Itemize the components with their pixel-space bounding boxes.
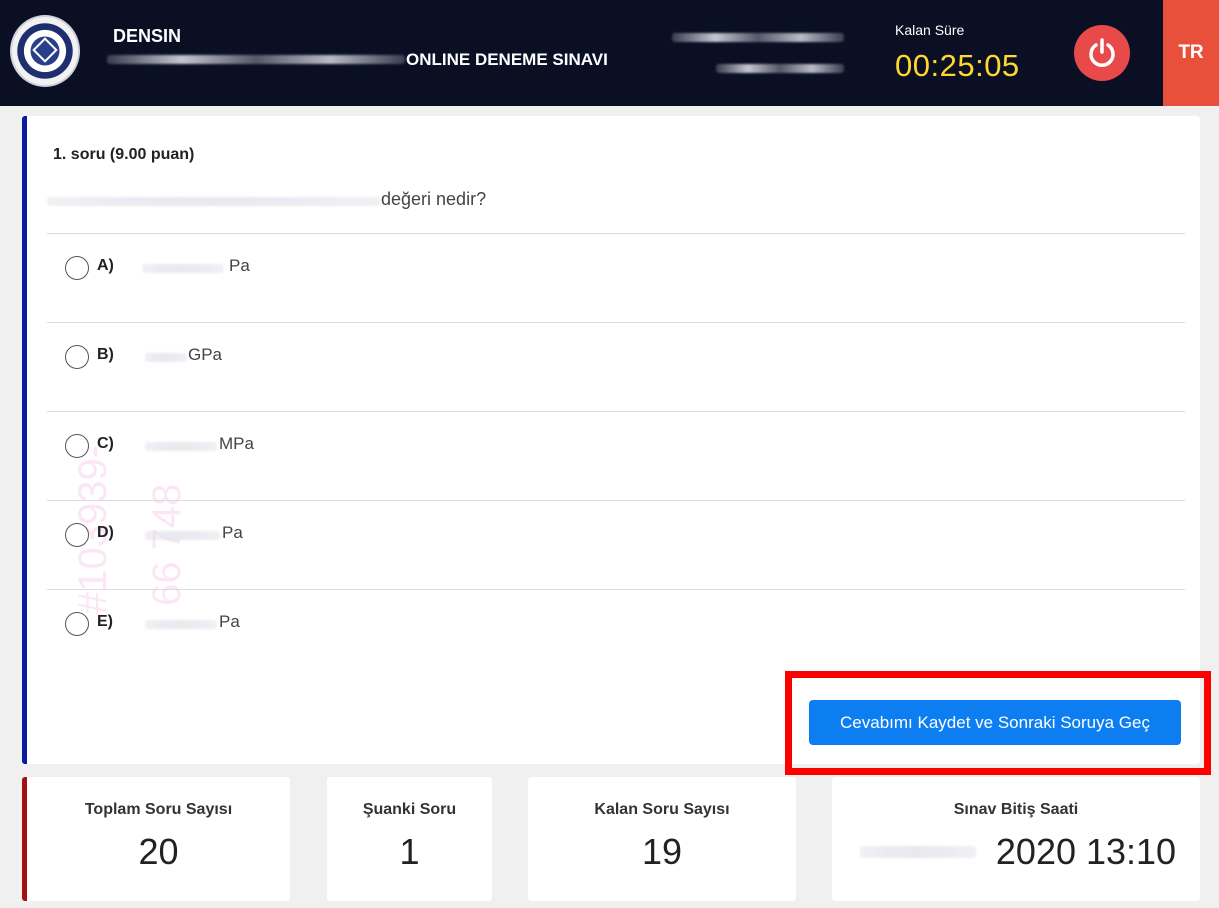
redacted-option-value [145, 442, 217, 451]
divider [47, 233, 1185, 234]
divider [47, 500, 1185, 501]
logo-emblem [32, 37, 58, 63]
stat-label: Toplam Soru Sayısı [84, 801, 233, 818]
option-b-letter: B) [97, 346, 114, 363]
option-c-unit: MPa [219, 434, 254, 453]
student-name: DENSIN [113, 26, 182, 46]
option-c[interactable]: C) MPa [65, 432, 1165, 462]
stat-label: Şuanki Soru [362, 801, 457, 818]
redacted-student-id [107, 55, 405, 64]
redacted-option-value [142, 264, 224, 273]
option-c-letter: C) [97, 435, 114, 452]
option-d[interactable]: D) Pa [65, 521, 1165, 551]
option-b-radio[interactable] [65, 345, 89, 369]
option-d-unit: Pa [222, 523, 243, 542]
stat-total-questions: Toplam Soru Sayısı 20 [22, 777, 290, 901]
power-icon [1089, 38, 1115, 67]
stat-value: 20 [138, 831, 179, 872]
stat-current-question: Şuanki Soru 1 [327, 777, 492, 901]
time-remaining-value: 00:25:05 [895, 48, 1020, 83]
option-e-letter: E) [97, 613, 113, 630]
option-e-unit: Pa [219, 612, 240, 631]
option-d-radio[interactable] [65, 523, 89, 547]
exam-title: ONLINE DENEME SINAVI [406, 50, 608, 69]
option-d-letter: D) [97, 524, 114, 541]
stat-label: Kalan Soru Sayısı [594, 801, 730, 818]
redacted-option-value [145, 531, 220, 540]
option-b-unit: GPa [188, 345, 223, 364]
redacted-course-name [672, 33, 844, 42]
redacted-option-value [145, 620, 217, 629]
divider [47, 411, 1185, 412]
language-button[interactable]: TR [1163, 0, 1219, 106]
exit-exam-button[interactable] [1074, 25, 1130, 81]
option-b[interactable]: B) GPa [65, 343, 1165, 373]
redacted-option-value [145, 353, 187, 362]
question-card: 1. soru (9.00 puan) değeri nedir? #10393… [22, 116, 1200, 764]
stat-remaining-questions: Kalan Soru Sayısı 19 [528, 777, 796, 901]
option-e[interactable]: E) Pa [65, 610, 1165, 640]
divider [47, 589, 1185, 590]
exam-header: DENSIN ONLINE DENEME SINAVI Kalan Süre 0… [0, 0, 1219, 106]
question-text: değeri nedir? [381, 189, 487, 209]
stat-value: 2020 13:10 [995, 831, 1177, 872]
stat-value: 1 [399, 831, 420, 872]
redacted-question-text [47, 197, 381, 206]
option-e-radio[interactable] [65, 612, 89, 636]
redacted-course-code [716, 64, 844, 73]
option-a[interactable]: A) Pa [65, 254, 1165, 284]
stat-label: Sınav Bitiş Saati [953, 801, 1079, 818]
stat-exam-end-time: Sınav Bitiş Saati 2020 13:10 [832, 777, 1200, 901]
divider [47, 322, 1185, 323]
option-a-radio[interactable] [65, 256, 89, 280]
stat-value: 19 [641, 831, 683, 872]
option-c-radio[interactable] [65, 434, 89, 458]
question-number: 1. soru (9.00 puan) [53, 146, 195, 163]
time-remaining-label: Kalan Süre [895, 22, 965, 38]
save-and-next-button[interactable]: Cevabımı Kaydet ve Sonraki Soruya Geç [809, 700, 1181, 745]
option-a-letter: A) [97, 257, 114, 274]
option-a-unit: Pa [229, 256, 250, 275]
university-logo [10, 15, 80, 87]
